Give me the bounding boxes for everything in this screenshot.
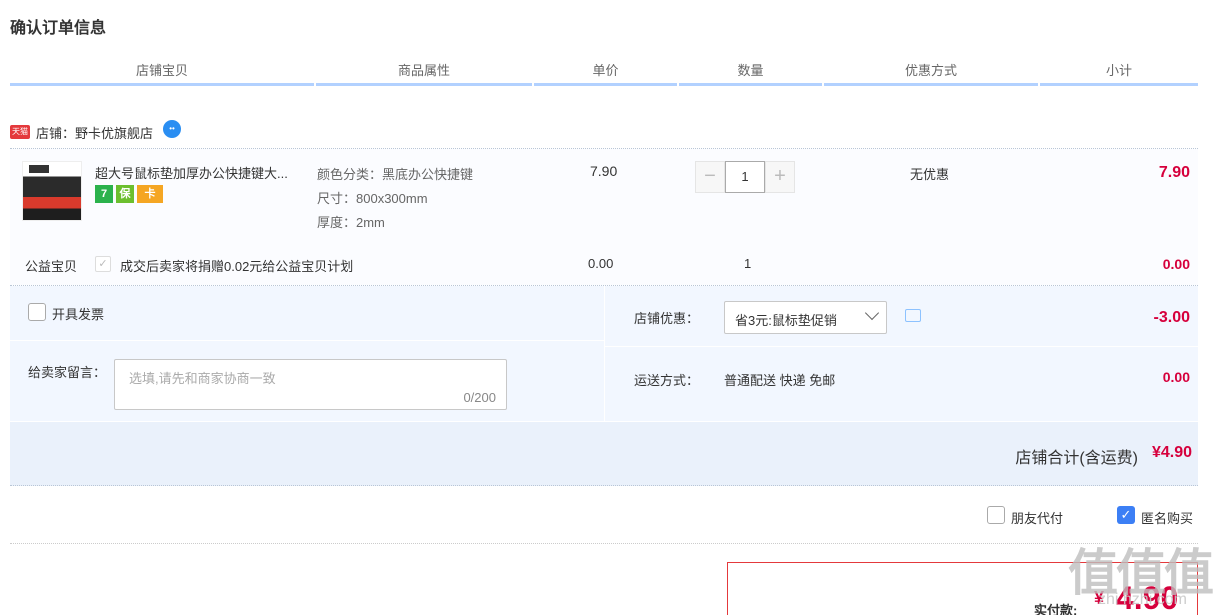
shop-discount-label: 店铺优惠： <box>634 311 700 326</box>
header-promotion: 优惠方式 <box>824 60 1038 86</box>
quantity-input[interactable]: 1 <box>725 161 765 193</box>
header-attributes: 商品属性 <box>316 60 532 86</box>
shop-name[interactable]: 店铺：野卡优旗舰店 <box>36 123 153 142</box>
product-attributes: 颜色分类：黑底办公快捷键 尺寸：800x300mm 厚度：2mm <box>317 163 473 235</box>
chat-bubble-icon[interactable] <box>905 309 921 322</box>
increase-button[interactable]: + <box>765 161 795 193</box>
shop-discount-value: 省3元:鼠标垫促销 <box>735 313 837 328</box>
header-quantity: 数量 <box>679 60 822 86</box>
message-placeholder: 选填,请先和商家协商一致 <box>129 371 276 386</box>
attr-size: 尺寸：800x300mm <box>317 191 428 206</box>
charity-quantity: 1 <box>744 256 752 271</box>
header-shop-item: 店铺宝贝 <box>10 60 314 86</box>
product-thumbnail[interactable] <box>22 161 82 221</box>
message-label: 给卖家留言： <box>28 365 107 380</box>
watermark-url: zhi hzhi.com <box>1098 591 1187 608</box>
anonymous-label[interactable]: 匿名购买 <box>1141 508 1193 527</box>
shop-total-label: 店铺合计(含运费) <box>1015 450 1138 467</box>
shop-discount-select[interactable]: 省3元:鼠标垫促销 <box>724 301 887 334</box>
shop-row: 天猫 店铺：野卡优旗舰店 •• <box>10 120 182 144</box>
anonymous-checkbox[interactable]: ✓ <box>1117 506 1135 524</box>
charity-price: 0.00 <box>588 256 614 271</box>
header-unit-price: 单价 <box>534 60 677 86</box>
decrease-button[interactable]: − <box>695 161 725 193</box>
chevron-down-icon <box>864 305 880 321</box>
charity-label: 公益宝贝 <box>25 259 78 274</box>
credit-card-icon[interactable]: 卡 <box>137 185 163 203</box>
service-badges: 7 保 卡 <box>95 185 163 203</box>
invoice-checkbox[interactable] <box>28 303 46 321</box>
seller-message-input[interactable]: 选填,请先和商家协商一致 0/200 <box>114 359 507 410</box>
guarantee-icon[interactable]: 保 <box>116 185 134 203</box>
shipping-label: 运送方式： <box>634 373 700 388</box>
shipping-method: 普通配送 快递 免邮 <box>724 373 836 388</box>
friend-pay-label[interactable]: 朋友代付 <box>1011 508 1063 527</box>
order-item: 超大号鼠标垫加厚办公快捷键大... 7 保 卡 颜色分类：黑底办公快捷键 尺寸：… <box>10 149 1198 285</box>
shop-total-amount: ¥4.90 <box>1151 444 1192 461</box>
shop-total: 店铺合计(含运费) ¥4.90 <box>10 422 1198 486</box>
attr-color: 颜色分类：黑底办公快捷键 <box>317 167 474 182</box>
unit-price: 7.90 <box>590 163 618 179</box>
charity-text: 成交后卖家将捐赠0.02元给公益宝贝计划 <box>120 259 354 274</box>
order-table-header: 店铺宝贝 商品属性 单价 数量 优惠方式 小计 <box>10 60 1198 86</box>
divider <box>604 286 605 421</box>
tmall-icon: 天猫 <box>10 125 30 139</box>
quantity-stepper: − 1 + <box>695 161 795 193</box>
item-subtotal: 7.90 <box>1158 164 1190 181</box>
divider <box>10 543 1198 544</box>
wangwang-chat-icon[interactable]: •• <box>163 120 182 138</box>
charity-subtotal: 0.00 <box>1162 256 1190 272</box>
seven-day-return-icon[interactable]: 7 <box>95 185 113 203</box>
header-subtotal: 小计 <box>1040 60 1198 86</box>
watermark: 值值值 zhi hzhi.com <box>1068 533 1216 615</box>
product-name[interactable]: 超大号鼠标垫加厚办公快捷键大... <box>95 163 315 182</box>
promotion-text: 无优惠 <box>910 167 950 182</box>
shipping-amount: 0.00 <box>1162 369 1190 385</box>
invoice-section: 开具发票 <box>10 286 604 341</box>
charity-checkbox: ✓ <box>95 256 111 272</box>
shop-discount-amount: -3.00 <box>1153 309 1190 326</box>
page-title: 确认订单信息 <box>10 20 107 37</box>
attr-thickness: 厚度：2mm <box>317 215 385 230</box>
message-char-count: 0/200 <box>463 390 496 405</box>
invoice-label[interactable]: 开具发票 <box>52 304 104 323</box>
order-options: 开具发票 给卖家留言： 选填,请先和商家协商一致 0/200 店铺优惠： 省3元… <box>10 286 1198 421</box>
divider <box>605 346 1198 347</box>
friend-pay-checkbox[interactable] <box>987 506 1005 524</box>
